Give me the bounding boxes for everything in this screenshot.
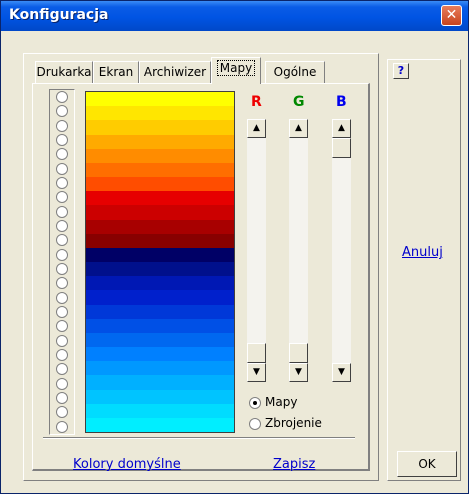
palette-swatch[interactable] <box>86 389 234 405</box>
palette-swatch[interactable] <box>86 247 234 263</box>
color-slot-radio[interactable] <box>56 105 68 118</box>
radio-zbrojenie[interactable] <box>249 417 261 430</box>
option-zbrojenie[interactable]: Zbrojenie <box>249 416 322 430</box>
color-slot-radio[interactable] <box>56 248 68 261</box>
color-slot-radio[interactable] <box>56 349 68 361</box>
radio-mapy[interactable] <box>249 396 261 409</box>
blue-scroll-up-icon[interactable]: ▲ <box>332 119 351 138</box>
separator <box>43 437 355 439</box>
color-slot-radio[interactable] <box>56 306 68 318</box>
color-slot-radio[interactable] <box>56 320 68 333</box>
color-slot-radio[interactable] <box>56 291 68 304</box>
config-dialog: Konfiguracja ✕ Drukarka Ekran Archiwizer… <box>0 0 469 494</box>
palette-swatch[interactable] <box>86 304 234 320</box>
palette-swatch[interactable] <box>86 276 234 291</box>
color-slot-radio[interactable] <box>56 363 68 376</box>
color-slot-radio-column <box>49 89 75 435</box>
tab-mapy[interactable]: Mapy <box>211 57 261 84</box>
red-scroll-up-icon[interactable]: ▲ <box>247 119 266 138</box>
green-scroll-thumb[interactable] <box>289 343 308 363</box>
green-scrollbar[interactable]: ▲ ▼ <box>289 119 308 382</box>
color-slot-radio[interactable] <box>56 392 68 404</box>
color-slot-radio[interactable] <box>56 162 68 175</box>
color-slot-radio[interactable] <box>56 148 68 161</box>
color-slot-radio[interactable] <box>56 377 68 390</box>
color-slot-radio[interactable] <box>56 234 68 247</box>
tab-ekran[interactable]: Ekran <box>93 61 139 83</box>
color-slot-radio[interactable] <box>56 205 68 218</box>
green-scroll-up-icon[interactable]: ▲ <box>289 119 308 138</box>
ok-button[interactable]: OK <box>397 451 457 477</box>
color-slot-radio[interactable] <box>56 91 68 103</box>
palette-swatch[interactable] <box>86 233 234 249</box>
palette-swatch[interactable] <box>86 332 234 348</box>
green-scroll-down-icon[interactable]: ▼ <box>289 363 308 382</box>
default-colors-link[interactable]: Kolory domyślne <box>73 457 181 472</box>
cancel-link[interactable]: Anuluj <box>402 245 443 260</box>
color-slot-radio[interactable] <box>56 191 68 204</box>
color-palette <box>85 91 235 433</box>
color-slot-radio[interactable] <box>56 220 68 232</box>
palette-swatch[interactable] <box>86 205 234 221</box>
option-mapy[interactable]: Mapy <box>249 395 297 409</box>
palette-swatch[interactable] <box>86 219 234 235</box>
palette-swatch[interactable] <box>86 148 234 164</box>
color-slot-radio[interactable] <box>56 134 68 146</box>
palette-swatch[interactable] <box>86 361 234 376</box>
color-slot-radio[interactable] <box>56 406 68 419</box>
color-slot-radio[interactable] <box>56 177 68 189</box>
palette-swatch[interactable] <box>86 262 234 277</box>
tab-ogolne[interactable]: Ogólne <box>265 61 325 83</box>
green-channel-label: G <box>293 94 305 110</box>
palette-swatch[interactable] <box>86 177 234 192</box>
palette-swatch[interactable] <box>86 191 234 206</box>
palette-swatch[interactable] <box>86 375 234 391</box>
actions-panel <box>387 59 461 481</box>
palette-swatch[interactable] <box>86 120 234 136</box>
option-zbrojenie-label: Zbrojenie <box>265 416 322 430</box>
tab-archiwizer[interactable]: Archiwizer <box>139 61 211 83</box>
option-mapy-label: Mapy <box>265 395 298 409</box>
tab-mapy-label: Mapy <box>216 60 256 76</box>
window-title: Konfiguracja <box>9 7 109 23</box>
color-slot-radio[interactable] <box>56 119 68 132</box>
palette-swatch[interactable] <box>86 347 234 362</box>
blue-scroll-down-icon[interactable]: ▼ <box>332 363 351 382</box>
palette-swatch[interactable] <box>86 403 234 419</box>
tab-drukarka[interactable]: Drukarka <box>35 61 93 83</box>
blue-scrollbar[interactable]: ▲ ▼ <box>332 119 351 382</box>
palette-swatch[interactable] <box>86 162 234 178</box>
palette-swatch[interactable] <box>86 134 234 150</box>
close-button[interactable]: ✕ <box>441 5 462 26</box>
color-slot-radio[interactable] <box>56 334 68 347</box>
color-slot-radio[interactable] <box>56 420 68 433</box>
palette-swatch[interactable] <box>86 417 234 432</box>
title-bar[interactable]: Konfiguracja ✕ <box>1 1 468 31</box>
red-channel-label: R <box>251 94 262 110</box>
save-link[interactable]: Zapisz <box>273 457 315 472</box>
radio-selected-dot <box>253 400 257 405</box>
color-slot-radio[interactable] <box>56 263 68 275</box>
palette-swatch[interactable] <box>86 92 234 107</box>
palette-swatch[interactable] <box>86 290 234 306</box>
help-button[interactable]: ? <box>393 63 409 79</box>
red-scroll-down-icon[interactable]: ▼ <box>247 363 266 382</box>
blue-scroll-thumb[interactable] <box>332 138 351 158</box>
red-scrollbar[interactable]: ▲ ▼ <box>247 119 266 382</box>
palette-swatch[interactable] <box>86 318 234 334</box>
palette-swatch[interactable] <box>86 106 234 121</box>
red-scroll-thumb[interactable] <box>247 343 266 363</box>
color-slot-radio[interactable] <box>56 277 68 290</box>
blue-channel-label: B <box>336 94 347 110</box>
